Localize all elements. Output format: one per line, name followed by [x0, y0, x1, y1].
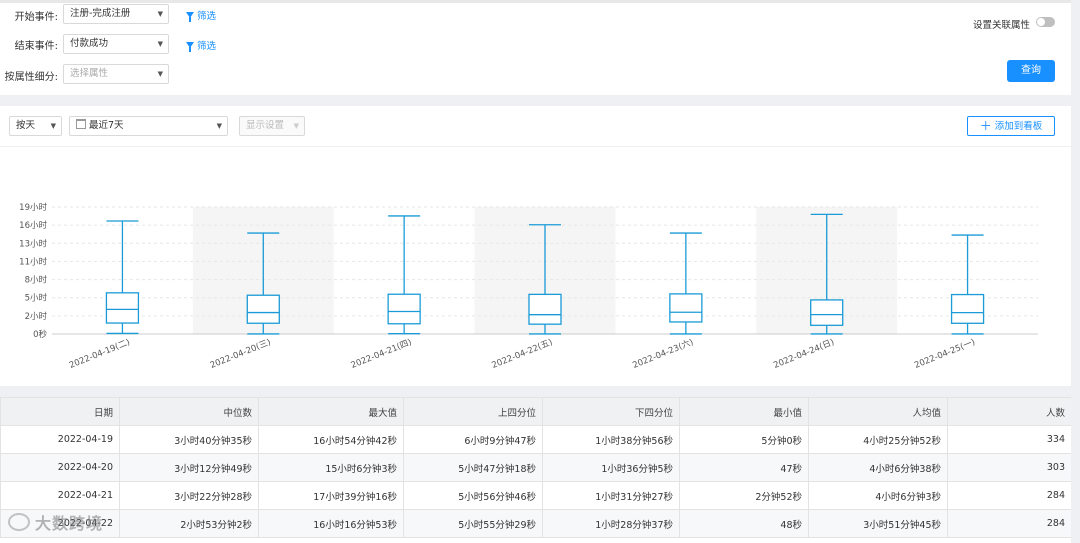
- x-tick-label: 2022-04-19(二): [68, 338, 132, 371]
- y-tick-label: 5小时: [25, 293, 48, 304]
- start-event-row: 开始事件:: [0, 4, 58, 26]
- relation-toggle-label: 设置关联属性: [972, 20, 1030, 31]
- watermark-text: 大数跨境: [35, 514, 104, 533]
- box-iqr: [387, 293, 421, 325]
- table-cell: 334: [947, 425, 1071, 454]
- table-cell: 6小时9分钟47秒: [403, 425, 543, 454]
- y-tick-label: 11小时: [19, 256, 47, 267]
- y-tick-label: 16小时: [19, 220, 47, 231]
- breakdown-placeholder: 选择属性: [70, 68, 109, 79]
- table-header-row: 日期 中位数 最大值 上四分位 下四分位 最小值 人均值 人数: [0, 397, 1071, 426]
- table-cell: 17小时39分钟16秒: [258, 481, 404, 510]
- chart-panel: 按天 ▼ 最近7天 ▼ 显示设置 ▼ ＋ 添加到看板 0秒 2小时 5小时 8小时 11…: [0, 106, 1071, 386]
- box-iqr: [105, 292, 140, 324]
- table-cell: 2022-04-21: [0, 481, 120, 510]
- table-cell: 3小时40分钟35秒: [119, 425, 259, 454]
- y-tick-label: 2小时: [25, 311, 48, 322]
- chevron-down-icon: ▼: [157, 70, 163, 78]
- box-iqr: [528, 293, 562, 325]
- table-row: 2022-04-22 2小时53分钟2秒 16小时16分钟53秒 5小时55分钟29秒…: [0, 509, 1071, 538]
- end-event-row: 结束事件:: [0, 33, 58, 55]
- table-cell: 16小时16分钟53秒: [258, 509, 404, 538]
- table-cell: 5小时56分钟46秒: [403, 481, 543, 510]
- table-cell: 2分钟52秒: [679, 481, 809, 510]
- y-tick-label: 13小时: [19, 238, 47, 249]
- column-header[interactable]: 最大值: [258, 397, 404, 426]
- query-button[interactable]: 查询: [1007, 60, 1055, 82]
- x-tick-label: 2022-04-25(一): [913, 338, 977, 371]
- table-panel: 日期 中位数 最大值 上四分位 下四分位 最小值 人均值 人数 2022-04-19 3小时40…: [0, 397, 1071, 543]
- table-cell: 4小时6分钟3秒: [808, 481, 948, 510]
- y-tick-label: 8小时: [25, 275, 48, 286]
- end-event-filter-link[interactable]: 筛选: [186, 38, 216, 52]
- table-cell: 3小时12分钟49秒: [119, 453, 259, 482]
- table-cell: 303: [947, 453, 1071, 482]
- chevron-down-icon: ▼: [157, 40, 163, 48]
- funnel-icon: [186, 42, 194, 52]
- relation-toggle[interactable]: [1036, 17, 1055, 27]
- table-row: 2022-04-20 3小时12分钟49秒 15小时6分钟3秒 5小时47分钟18秒 1…: [0, 453, 1071, 482]
- table-cell: 1小时38分钟56秒: [542, 425, 680, 454]
- column-header[interactable]: 最小值: [679, 397, 809, 426]
- table-cell: 3小时22分钟28秒: [119, 481, 259, 510]
- end-event-select[interactable]: 付款成功 ▼: [63, 34, 169, 54]
- table-cell: 284: [947, 481, 1071, 510]
- x-tick-label: 2022-04-24(日): [772, 338, 836, 371]
- breakdown-row: 按属性细分:: [0, 64, 58, 86]
- x-tick-label: 2022-04-23(六): [631, 337, 695, 371]
- boxplot-chart: 0秒 2小时 5小时 8小时 11小时 13小时 16小时 19小时 2022-04-19(二)…: [19, 202, 1038, 371]
- start-event-select[interactable]: 注册-完成注册 ▼: [63, 4, 169, 24]
- table-cell: 1小时31分钟27秒: [542, 481, 680, 510]
- box-iqr: [669, 293, 703, 323]
- table-cell: 47秒: [679, 453, 809, 482]
- table-cell: 4小时25分钟52秒: [808, 425, 948, 454]
- table-cell: 2022-04-19: [0, 425, 120, 454]
- table-cell: 5小时55分钟29秒: [403, 509, 543, 538]
- box-iqr: [950, 293, 985, 324]
- end-event-label: 结束事件:: [14, 40, 58, 52]
- column-header[interactable]: 人数: [947, 397, 1071, 426]
- box-iqr: [810, 299, 844, 326]
- chevron-down-icon: ▼: [157, 10, 163, 18]
- table-cell: 2022-04-20: [0, 453, 120, 482]
- start-event-filter-link[interactable]: 筛选: [186, 8, 216, 22]
- funnel-icon: [186, 12, 194, 22]
- stats-table: 日期 中位数 最大值 上四分位 下四分位 最小值 人均值 人数 2022-04-19 3小时40…: [0, 397, 1071, 538]
- column-header[interactable]: 中位数: [119, 397, 259, 426]
- start-event-label: 开始事件:: [14, 11, 58, 23]
- table-cell: 48秒: [679, 509, 809, 538]
- table-cell: 4小时6分钟38秒: [808, 453, 948, 482]
- table-cell: 3小时51分钟45秒: [808, 509, 948, 538]
- filter-link-label: 筛选: [197, 41, 217, 52]
- breakdown-label: 按属性细分:: [4, 71, 58, 83]
- table-cell: 16小时54分钟42秒: [258, 425, 404, 454]
- end-event-value: 付款成功: [70, 38, 109, 49]
- column-header[interactable]: 下四分位: [542, 397, 680, 426]
- table-cell: 5小时47分钟18秒: [403, 453, 543, 482]
- table-cell: 5分钟0秒: [679, 425, 809, 454]
- column-header[interactable]: 上四分位: [403, 397, 543, 426]
- start-event-value: 注册-完成注册: [70, 8, 131, 19]
- table-body: 2022-04-19 3小时40分钟35秒 16小时54分钟42秒 6小时9分钟47秒…: [0, 425, 1071, 538]
- table-cell: 15小时6分钟3秒: [258, 453, 404, 482]
- x-tick-label: 2022-04-20(三): [209, 338, 273, 371]
- column-header[interactable]: 人均值: [808, 397, 948, 426]
- filter-panel: 开始事件: 注册-完成注册 ▼ 筛选 结束事件: 付款成功 ▼ 筛选 按属性细分…: [0, 0, 1071, 95]
- box-iqr: [246, 294, 280, 324]
- table-cell: 1小时28分钟37秒: [542, 509, 680, 538]
- y-tick-label: 19小时: [19, 202, 47, 213]
- filter-link-label: 筛选: [197, 11, 217, 22]
- column-header[interactable]: 日期: [0, 397, 120, 426]
- table-row: 2022-04-19 3小时40分钟35秒 16小时54分钟42秒 6小时9分钟47秒…: [0, 425, 1071, 454]
- x-tick-label: 2022-04-22(五): [491, 338, 555, 371]
- x-tick-label: 2022-04-21(四): [350, 338, 414, 371]
- table-row: 2022-04-21 3小时22分钟28秒 17小时39分钟16秒 5小时56分钟46…: [0, 481, 1071, 510]
- table-cell: 1小时36分钟5秒: [542, 453, 680, 482]
- breakdown-select[interactable]: 选择属性 ▼: [63, 64, 169, 84]
- table-cell: 284: [947, 509, 1071, 538]
- watermark: 大数跨境: [8, 510, 103, 534]
- watermark-logo-icon: [8, 513, 30, 531]
- y-tick-label: 0秒: [33, 329, 47, 340]
- table-cell: 2小时53分钟2秒: [119, 509, 259, 538]
